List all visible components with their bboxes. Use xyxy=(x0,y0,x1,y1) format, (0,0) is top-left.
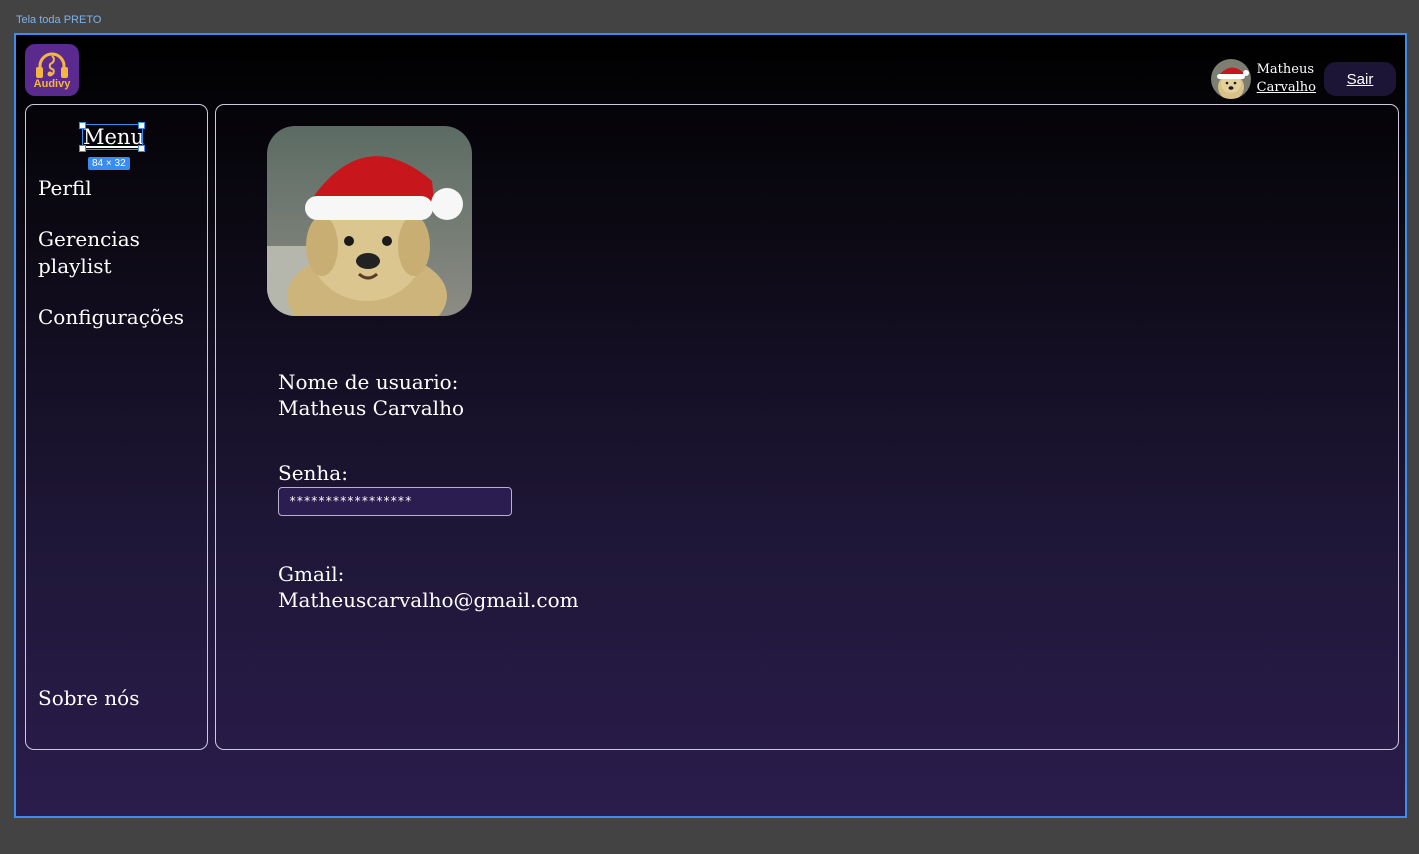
app-frame: Audivy Matheus Carvalho Sair Menu 84 × 3… xyxy=(14,33,1407,818)
username-label: Nome de usuario: xyxy=(278,370,459,394)
logo-text: Audivy xyxy=(33,78,71,90)
sidebar-item-sobre-nos[interactable]: Sobre nós xyxy=(38,685,139,712)
password-label: Senha: xyxy=(278,461,348,485)
app-logo[interactable]: Audivy xyxy=(25,44,79,96)
profile-photo xyxy=(267,126,472,316)
email-label: Gmail: xyxy=(278,562,345,586)
puppy-photo-icon xyxy=(267,126,472,316)
sidebar-item-perfil[interactable]: Perfil xyxy=(38,175,92,202)
headphones-icon xyxy=(36,52,68,78)
sidebar-item-configuracoes[interactable]: Configurações xyxy=(38,304,184,331)
user-area: Matheus Carvalho Sair xyxy=(1210,59,1396,99)
password-field[interactable]: ***************** xyxy=(278,487,512,516)
menu-title[interactable]: Menu xyxy=(82,124,144,150)
email-value: Matheuscarvalho@gmail.com xyxy=(278,588,579,612)
avatar[interactable] xyxy=(1210,59,1251,99)
user-last-name: Carvalho xyxy=(1256,80,1316,95)
selection-handle-tr[interactable] xyxy=(138,122,145,129)
sidebar-menu: Menu 84 × 32 Perfil Gerencias playlist C… xyxy=(25,104,208,750)
selection-handle-bl[interactable] xyxy=(79,145,86,152)
selection-handle-tl[interactable] xyxy=(79,122,86,129)
puppy-avatar-icon xyxy=(1210,59,1251,99)
profile-panel: Nome de usuario: Matheus Carvalho Senha:… xyxy=(215,104,1399,750)
selection-size-badge: 84 × 32 xyxy=(88,157,130,170)
user-name[interactable]: Matheus Carvalho xyxy=(1257,61,1316,97)
logout-button[interactable]: Sair xyxy=(1324,62,1396,96)
selection-handle-br[interactable] xyxy=(138,145,145,152)
user-first-name: Matheus xyxy=(1256,62,1315,77)
sidebar-item-gerencias-playlist[interactable]: Gerencias playlist xyxy=(38,226,158,280)
frame-label: Tela toda PRETO xyxy=(16,14,102,26)
username-value: Matheus Carvalho xyxy=(278,396,464,420)
